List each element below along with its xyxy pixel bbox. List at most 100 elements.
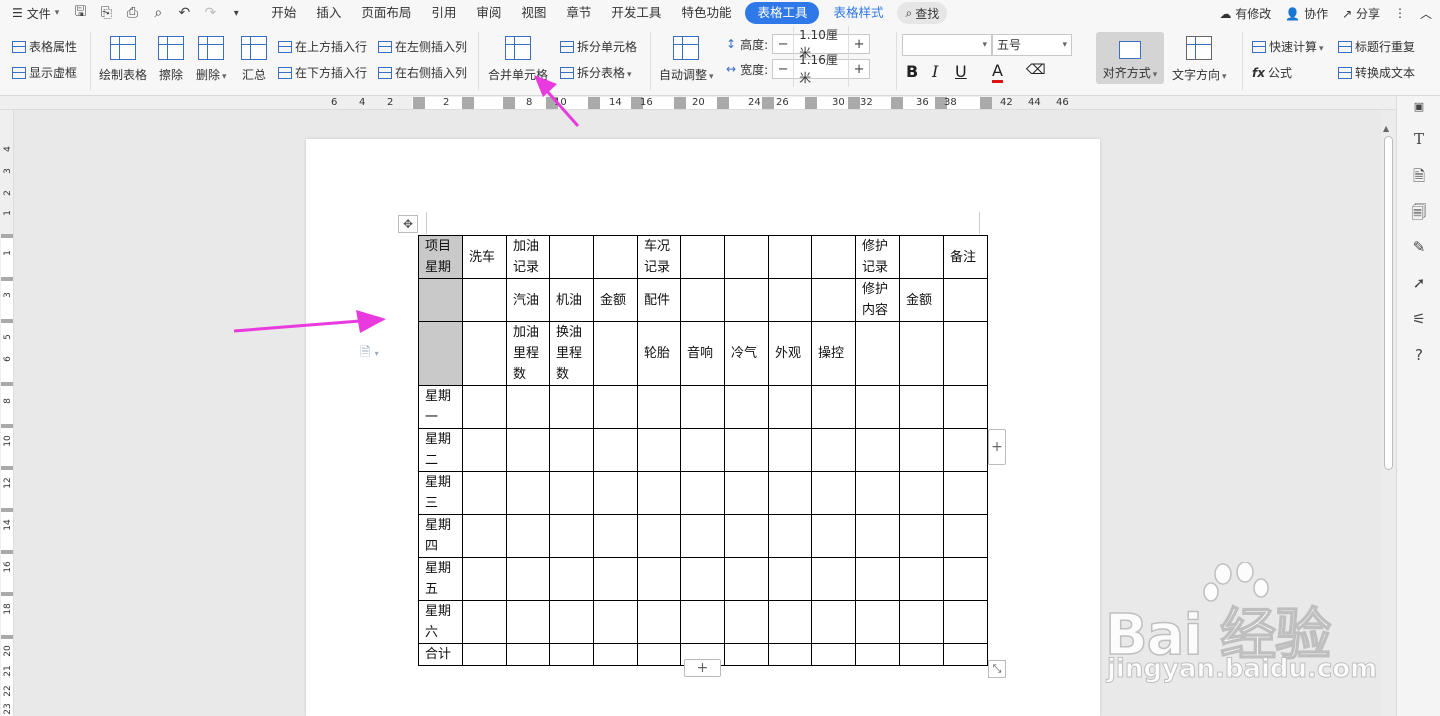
table-cell[interactable]: [724, 471, 769, 515]
export-icon[interactable]: ⎘: [93, 5, 119, 21]
table-cell[interactable]: 轮胎: [637, 321, 681, 386]
tab-view[interactable]: 视图: [511, 2, 556, 24]
vertical-ruler[interactable]: 4 3 2 1 1 3 5 6 8 10 12 14 16 18 20 21 2…: [0, 110, 14, 716]
summary-button[interactable]: 汇总: [241, 36, 267, 83]
table-cell[interactable]: 洗车: [462, 235, 507, 279]
scrollbar-thumb[interactable]: [1384, 136, 1393, 470]
table-cell[interactable]: [680, 428, 725, 472]
merge-cells-button[interactable]: 合并单元格: [488, 36, 548, 83]
more-icon[interactable]: ⋮: [1394, 6, 1406, 20]
table-cell[interactable]: 加油记录: [506, 235, 550, 279]
table-cell[interactable]: [593, 235, 638, 279]
ruler-column-marker[interactable]: [462, 97, 474, 109]
width-input[interactable]: 1.16厘米: [793, 51, 850, 87]
table-cell[interactable]: [899, 557, 944, 601]
pen-icon[interactable]: ✎: [1410, 238, 1428, 256]
table-cell[interactable]: 金额: [593, 278, 638, 322]
table-cell[interactable]: [637, 643, 681, 666]
table-cell[interactable]: [943, 385, 988, 429]
table-cell[interactable]: [899, 321, 944, 386]
table-cell[interactable]: [593, 385, 638, 429]
table-cell[interactable]: [768, 600, 812, 644]
document-icon[interactable]: 🗎 ▾: [360, 343, 379, 365]
table-cell[interactable]: [549, 514, 594, 558]
tab-insert[interactable]: 插入: [306, 2, 351, 24]
ruler-column-marker[interactable]: [891, 97, 903, 109]
ruler-column-marker[interactable]: [762, 97, 774, 109]
ruler-column-marker[interactable]: [588, 97, 600, 109]
table-cell[interactable]: [724, 514, 769, 558]
collab-button[interactable]: 👤 协作: [1285, 5, 1328, 22]
undo-icon[interactable]: ↶: [171, 5, 197, 21]
sliders-icon[interactable]: ⚟: [1410, 310, 1428, 328]
redo-icon[interactable]: ↷: [197, 5, 223, 21]
table-cell[interactable]: 项目星期: [418, 235, 463, 279]
table-cell[interactable]: 换油里程数: [549, 321, 594, 386]
table-cell[interactable]: [593, 514, 638, 558]
table-cell[interactable]: [593, 557, 638, 601]
table-cell[interactable]: [943, 557, 988, 601]
table-cell[interactable]: [549, 557, 594, 601]
document-settings-icon[interactable]: 🗐: [1410, 202, 1428, 227]
table-cell[interactable]: [943, 600, 988, 644]
table-cell[interactable]: [506, 600, 550, 644]
table-cell[interactable]: [768, 385, 812, 429]
split-table-button[interactable]: 拆分表格: [560, 64, 632, 81]
ruler-column-marker[interactable]: [848, 97, 860, 109]
ruler-row-marker[interactable]: [1, 466, 13, 470]
table-cell[interactable]: [637, 428, 681, 472]
table-cell[interactable]: [680, 600, 725, 644]
table-cell[interactable]: 星期二: [418, 428, 463, 472]
table-cell[interactable]: [680, 471, 725, 515]
insert-row-below-button[interactable]: 在下方插入行: [278, 64, 367, 81]
table-cell[interactable]: 星期六: [418, 600, 463, 644]
underline-button[interactable]: U: [955, 62, 967, 81]
table-cell[interactable]: [462, 385, 507, 429]
height-increase-button[interactable]: +: [849, 37, 869, 52]
ruler-row-marker[interactable]: [1, 424, 13, 428]
text-direction-button[interactable]: 文字方向: [1172, 36, 1227, 83]
ruler-column-marker[interactable]: [980, 97, 992, 109]
convert-to-text-button[interactable]: 转换成文本: [1338, 64, 1415, 81]
table-cell[interactable]: 修护记录: [855, 235, 900, 279]
table-cell[interactable]: [680, 278, 725, 322]
share-button[interactable]: ↗ 分享: [1342, 5, 1380, 22]
table-cell[interactable]: 车况记录: [637, 235, 681, 279]
table-cell[interactable]: [811, 385, 856, 429]
print-preview-icon[interactable]: ⌕: [145, 5, 171, 21]
table-cell[interactable]: 合计: [418, 643, 463, 666]
table-cell[interactable]: [855, 428, 900, 472]
table-cell[interactable]: [855, 514, 900, 558]
table-cell[interactable]: [768, 514, 812, 558]
table-cell[interactable]: 星期四: [418, 514, 463, 558]
ruler-column-marker[interactable]: [503, 97, 515, 109]
auto-fit-button[interactable]: 自动调整: [659, 36, 714, 83]
table-cell[interactable]: [724, 235, 769, 279]
table-cell[interactable]: [943, 643, 988, 666]
table-cell[interactable]: 音响: [680, 321, 725, 386]
ruler-column-marker[interactable]: [717, 97, 729, 109]
ruler-row-marker[interactable]: [1, 234, 13, 238]
table-cell[interactable]: [855, 471, 900, 515]
table-move-handle[interactable]: ✥: [398, 215, 418, 233]
file-menu-button[interactable]: ☰ 文件 ▾: [0, 2, 67, 24]
table-cell[interactable]: 配件: [637, 278, 681, 322]
add-column-button[interactable]: +: [988, 429, 1006, 465]
table-cell[interactable]: 冷气: [724, 321, 769, 386]
tab-references[interactable]: 引用: [421, 2, 466, 24]
table-cell[interactable]: [549, 600, 594, 644]
draw-table-button[interactable]: 绘制表格: [99, 36, 147, 83]
table-cell[interactable]: [506, 514, 550, 558]
table-cell[interactable]: [680, 385, 725, 429]
table-cell[interactable]: [549, 428, 594, 472]
table-cell[interactable]: [506, 428, 550, 472]
table-cell[interactable]: 星期五: [418, 557, 463, 601]
table-cell[interactable]: 汽油: [506, 278, 550, 322]
table-cell[interactable]: [462, 278, 507, 322]
table-cell[interactable]: 备注: [943, 235, 988, 279]
collapse-ribbon-icon[interactable]: ︿: [1420, 5, 1432, 22]
font-family-select[interactable]: ▾: [902, 34, 992, 56]
cursor-icon[interactable]: ➚: [1410, 274, 1428, 292]
save-icon[interactable]: 🖫: [67, 1, 93, 25]
table-cell[interactable]: [506, 471, 550, 515]
